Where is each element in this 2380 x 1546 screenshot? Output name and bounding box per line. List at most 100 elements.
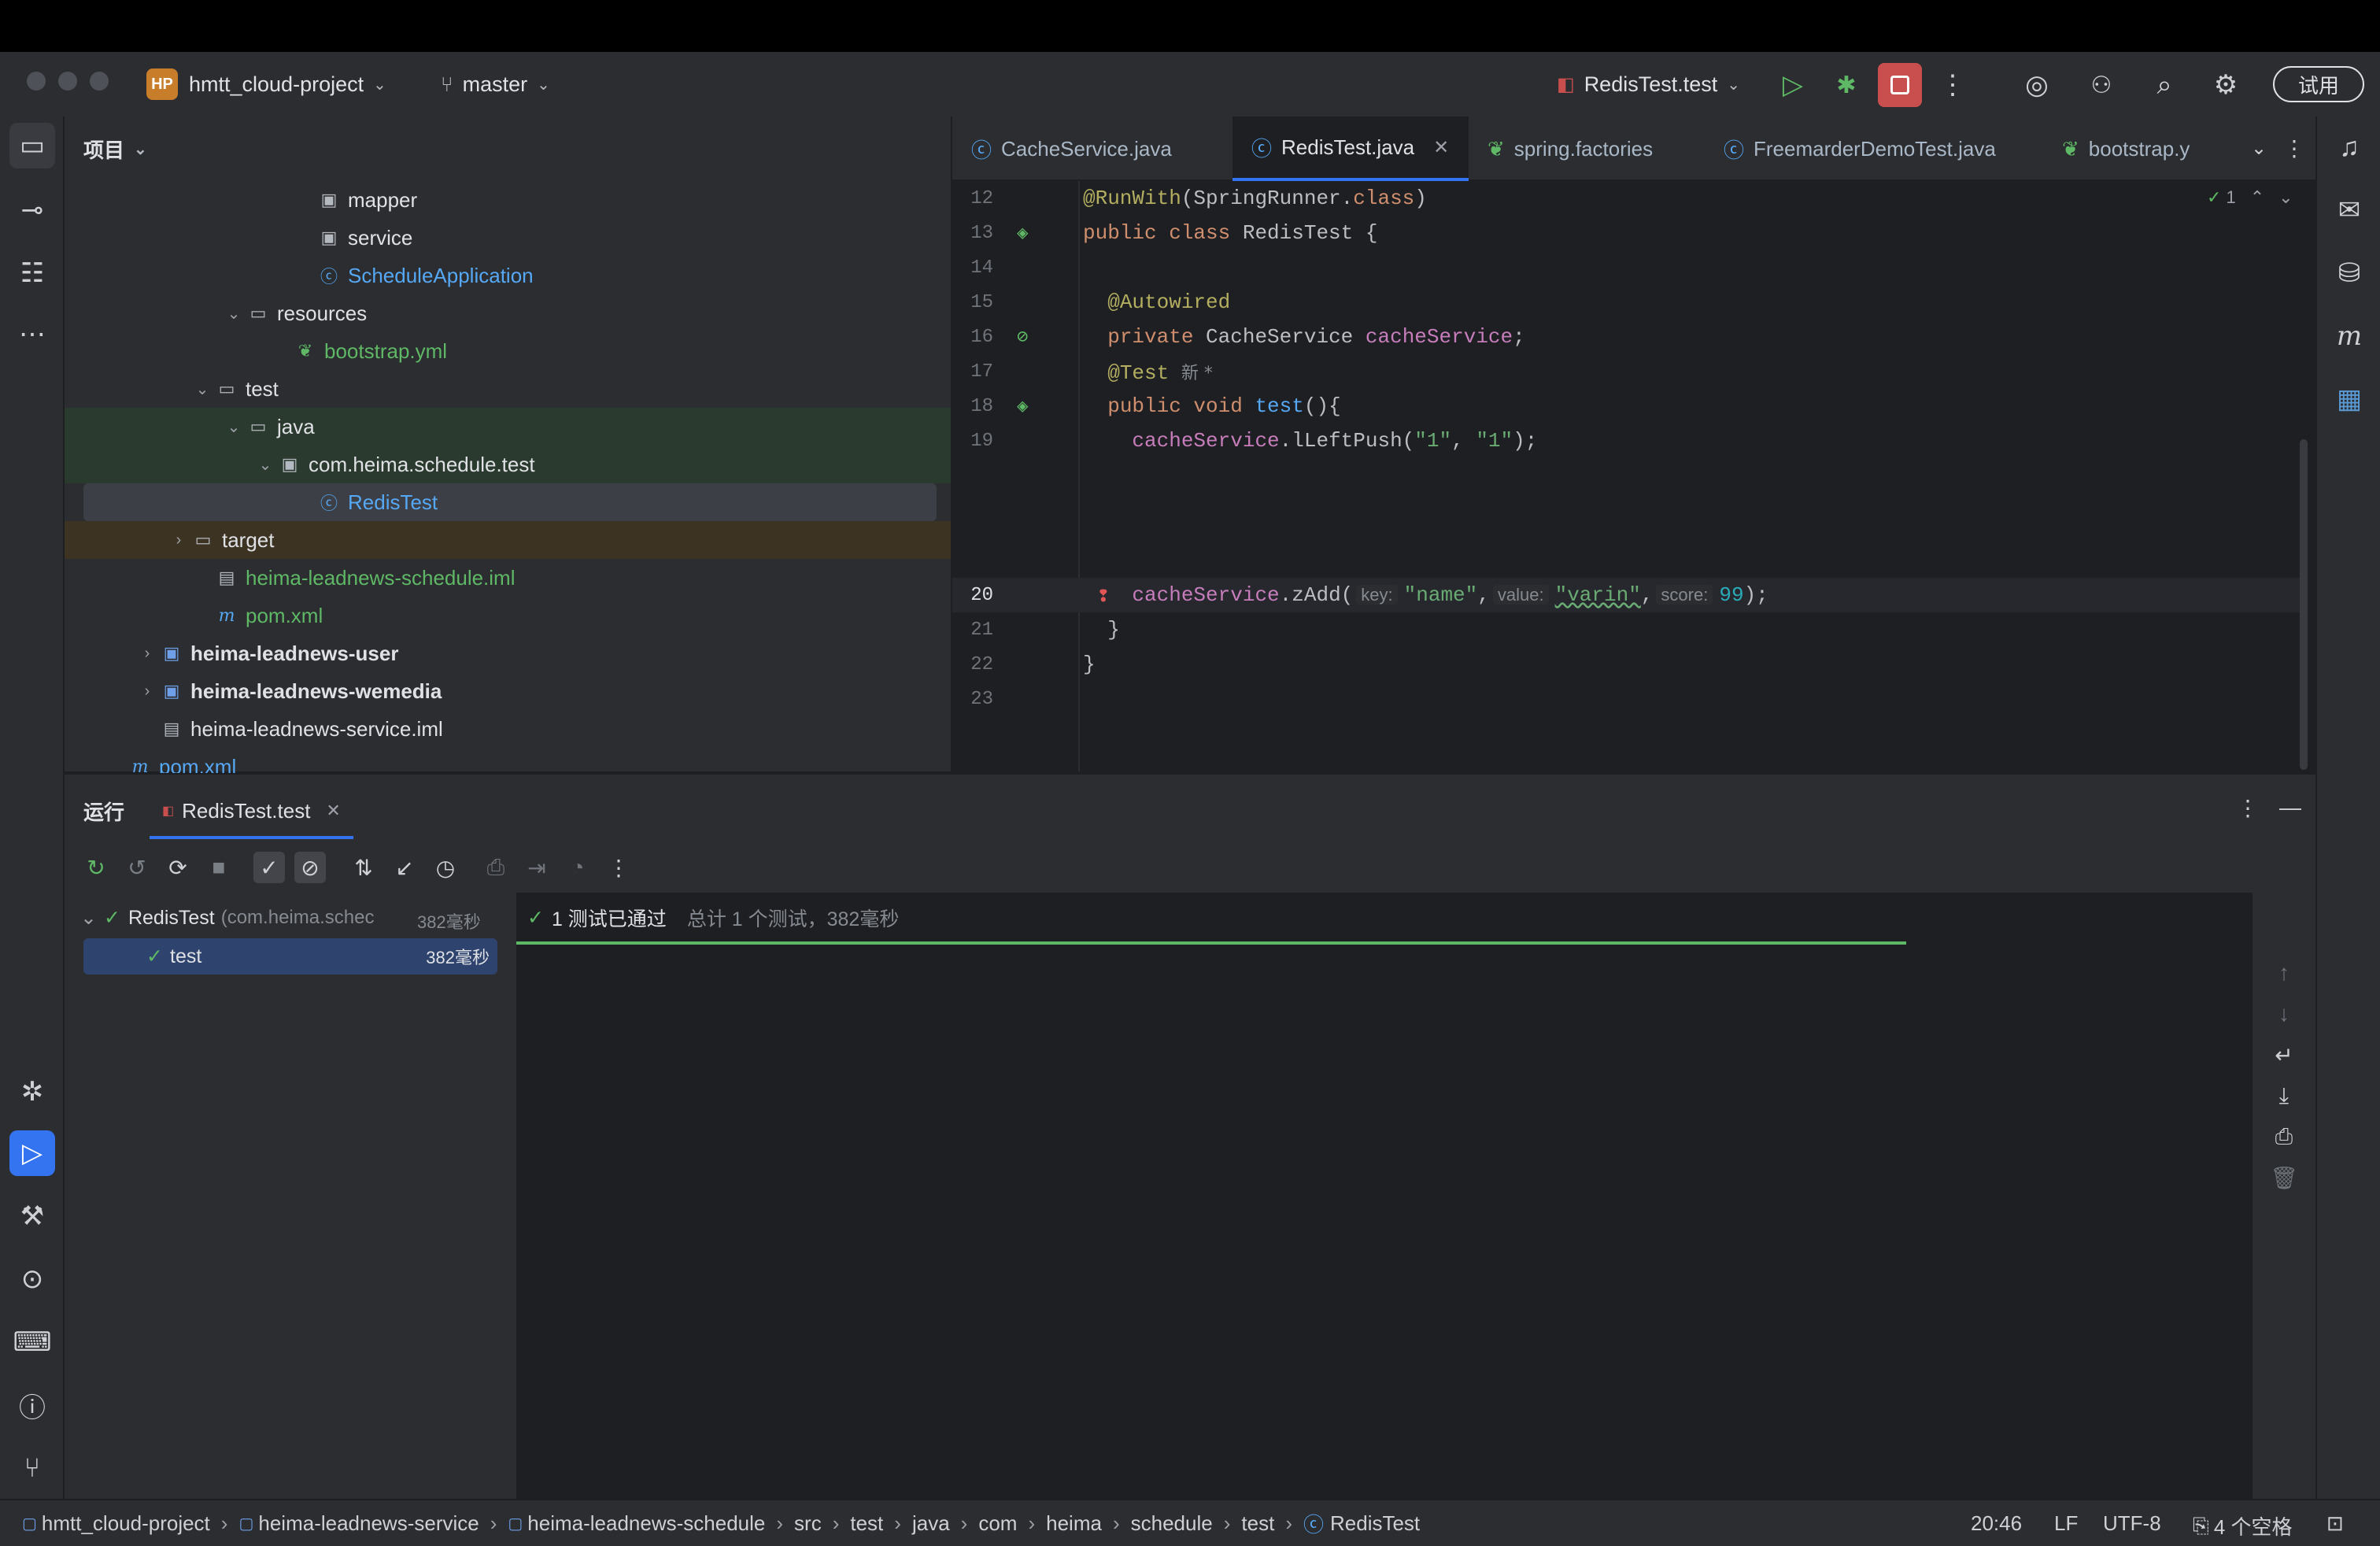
tree-item[interactable]: ▣ mapper bbox=[65, 181, 951, 219]
run-test-gutter-icon[interactable]: ◈ bbox=[1017, 394, 1028, 418]
tree-item[interactable]: ❦ bootstrap.yml bbox=[65, 332, 951, 370]
tree-item[interactable]: m pom.xml bbox=[65, 597, 951, 634]
history-clock-icon[interactable]: ◷ bbox=[430, 852, 461, 883]
code-line[interactable]: 13 ◈ public class RedisTest { bbox=[952, 216, 2306, 250]
more-actions-icon[interactable]: ⋮ bbox=[1939, 68, 1966, 102]
clear-trash-icon[interactable]: 🗑 bbox=[2268, 1162, 2300, 1193]
structure-icon[interactable]: ☷ bbox=[9, 250, 55, 296]
ai-assistant-icon[interactable]: ◎ bbox=[2020, 68, 2054, 102]
run-config-selector[interactable]: ◧ RedisTest.test ⌄ bbox=[1557, 52, 1740, 117]
tab-spring-factories[interactable]: ❦ spring.factories bbox=[1469, 117, 1705, 181]
readonly-lock-icon[interactable]: ⊡ bbox=[2326, 1511, 2344, 1536]
import-tests-icon[interactable]: ↙ bbox=[389, 852, 420, 883]
minimize-window-button[interactable] bbox=[58, 72, 77, 91]
stop-icon[interactable]: ■ bbox=[203, 852, 235, 883]
more-run-options-icon[interactable]: ⋮ bbox=[603, 852, 634, 883]
tree-item[interactable]: ⓒ RedisTest bbox=[83, 483, 937, 521]
breadcrumb-item[interactable]: test bbox=[1241, 1511, 1274, 1536]
tab-bootstrap[interactable]: ❦ bootstrap.y bbox=[2043, 117, 2248, 181]
test-tree-item-test[interactable]: ✓ test 382毫秒 bbox=[83, 938, 497, 975]
show-passed-icon[interactable]: ✓ bbox=[253, 852, 285, 883]
tree-item[interactable]: › ▣ heima-leadnews-user bbox=[65, 634, 951, 672]
settings-gear-icon[interactable]: ⚙ bbox=[2208, 68, 2243, 102]
minimize-panel-icon[interactable]: — bbox=[2275, 792, 2306, 823]
tree-item[interactable]: ⓒ ScheduleApplication bbox=[65, 257, 951, 294]
services-icon[interactable]: ⊙ bbox=[9, 1256, 55, 1302]
indent-setting[interactable]: ⎘ 4 个空格 bbox=[2193, 1511, 2293, 1540]
run-tab[interactable]: ◧ RedisTest.test ✕ bbox=[150, 786, 353, 839]
tree-item[interactable]: ▣ service bbox=[65, 219, 951, 257]
close-window-button[interactable] bbox=[27, 72, 46, 91]
git-icon[interactable]: ⑂ bbox=[9, 1445, 55, 1491]
branch-switcher[interactable]: ⑂ master ⌄ bbox=[441, 52, 550, 117]
run-test-gutter-icon[interactable]: ◈ bbox=[1017, 221, 1028, 245]
project-switcher[interactable]: HP hmtt_cloud-project ⌄ bbox=[146, 52, 386, 117]
tab-cacheservice[interactable]: ⓒ CacheService.java bbox=[952, 117, 1232, 181]
code-line-current[interactable]: 20 ❢ cacheService.zAdd(key: "name", value:… bbox=[952, 578, 2306, 612]
breadcrumb-item[interactable]: heima bbox=[1046, 1511, 1102, 1536]
arrow-down-icon[interactable]: ↓ bbox=[2268, 998, 2300, 1030]
coverage-icon[interactable]: ◔ bbox=[562, 852, 593, 883]
more-tools-icon[interactable]: ⋯ bbox=[9, 312, 55, 357]
tree-item[interactable]: › ▭ target bbox=[65, 521, 951, 559]
rerun-failed-icon[interactable]: ↺ bbox=[121, 852, 153, 883]
code-line[interactable]: 15 @Autowired bbox=[952, 285, 2306, 320]
arrow-up-icon[interactable]: ↑ bbox=[2268, 957, 2300, 989]
tree-item[interactable]: ⌄ ▭ test bbox=[65, 370, 951, 408]
breadcrumb-item[interactable]: test bbox=[850, 1511, 883, 1536]
bean-gutter-icon[interactable]: ⊘ bbox=[1017, 325, 1028, 349]
zoom-window-button[interactable] bbox=[90, 72, 109, 91]
screenshot-camera-icon[interactable]: ⎙ bbox=[480, 852, 512, 883]
stop-button[interactable] bbox=[1878, 63, 1922, 107]
terminal-icon[interactable]: ⌨ bbox=[9, 1319, 55, 1365]
tree-item[interactable]: ⌄ ▣ com.heima.schedule.test bbox=[65, 446, 951, 483]
close-tab-icon[interactable]: ✕ bbox=[326, 801, 340, 821]
tree-item[interactable]: ⌄ ▭ resources bbox=[65, 294, 951, 332]
code-line[interactable]: 23 bbox=[952, 682, 2306, 716]
line-separator[interactable]: LF bbox=[2054, 1511, 2078, 1536]
tree-item[interactable]: ⌄ ▭ java bbox=[65, 408, 951, 446]
tab-redistest[interactable]: ⓒ RedisTest.java ✕ bbox=[1232, 117, 1469, 181]
code-line[interactable]: 19 cacheService.lLeftPush("1", "1"); bbox=[952, 423, 2306, 458]
add-user-icon[interactable]: ⚇ bbox=[2084, 68, 2119, 102]
code-line[interactable]: 21 } bbox=[952, 612, 2306, 647]
ai-chat-icon[interactable]: ✉ bbox=[2326, 187, 2372, 233]
chevron-right-icon[interactable]: › bbox=[135, 645, 159, 663]
tree-item[interactable]: › ▣ heima-leadnews-wemedia bbox=[65, 672, 951, 710]
chevron-down-icon[interactable]: ⌄ bbox=[190, 379, 214, 399]
search-icon[interactable]: ⌕ bbox=[2147, 68, 2182, 102]
breadcrumb-item[interactable]: ▢ heima-leadnews-service bbox=[238, 1511, 479, 1536]
chevron-down-icon[interactable]: ⌄ bbox=[222, 304, 246, 324]
export-icon[interactable]: ⇥ bbox=[521, 852, 552, 883]
debug-icon[interactable]: ✱ bbox=[1829, 68, 1864, 102]
tree-item[interactable]: ▤ heima-leadnews-schedule.iml bbox=[65, 559, 951, 597]
breadcrumb-item[interactable]: ▢ hmtt_cloud-project bbox=[22, 1511, 210, 1536]
more-options-icon[interactable]: ⋮ bbox=[2232, 792, 2264, 823]
code-line[interactable]: 17 @Test 新 * bbox=[952, 354, 2306, 389]
print-icon[interactable]: ⎙ bbox=[2268, 1121, 2300, 1152]
breadcrumb-item[interactable]: src bbox=[794, 1511, 822, 1536]
show-ignored-icon[interactable]: ⊘ bbox=[294, 852, 326, 883]
breadcrumb-item[interactable]: ▢ heima-leadnews-schedule bbox=[508, 1511, 765, 1536]
code-line[interactable]: 22 } bbox=[952, 647, 2306, 682]
breadcrumb-item[interactable]: schedule bbox=[1131, 1511, 1213, 1536]
test-tree-root[interactable]: ⌄ ✓ RedisTest (com.heima.schec bbox=[80, 901, 374, 935]
toggle-auto-test-icon[interactable]: ⟳ bbox=[162, 852, 194, 883]
close-tab-icon[interactable]: ✕ bbox=[1433, 136, 1449, 159]
tab-freemarker-demo[interactable]: ⓒ FreemarderDemoTest.java bbox=[1705, 117, 2043, 181]
commit-icon[interactable]: ⊸ bbox=[9, 187, 55, 233]
breadcrumb-item[interactable]: ⓒ RedisTest bbox=[1303, 1509, 1420, 1538]
cursor-position[interactable]: 20:46 bbox=[1971, 1511, 2022, 1536]
tabs-overflow-chevron-icon[interactable]: ⌄ bbox=[2243, 132, 2275, 164]
breadcrumb-item[interactable]: java bbox=[912, 1511, 950, 1536]
breadcrumb-item[interactable]: com bbox=[978, 1511, 1017, 1536]
code-line[interactable]: 18 ◈ public void test(){ bbox=[952, 389, 2306, 423]
build-hammer-icon[interactable]: ⚒ bbox=[9, 1193, 55, 1239]
debug-bug-icon[interactable]: ✲ bbox=[9, 1069, 55, 1115]
tabs-more-icon[interactable]: ⋮ bbox=[2282, 132, 2306, 164]
soft-wrap-icon[interactable]: ↵ bbox=[2268, 1039, 2300, 1071]
trial-button[interactable]: 试用 bbox=[2273, 66, 2364, 102]
sort-icon[interactable]: ⇅ bbox=[348, 852, 379, 883]
run-icon[interactable]: ▷ bbox=[1776, 68, 1810, 102]
code-line[interactable]: 14 bbox=[952, 250, 2306, 285]
